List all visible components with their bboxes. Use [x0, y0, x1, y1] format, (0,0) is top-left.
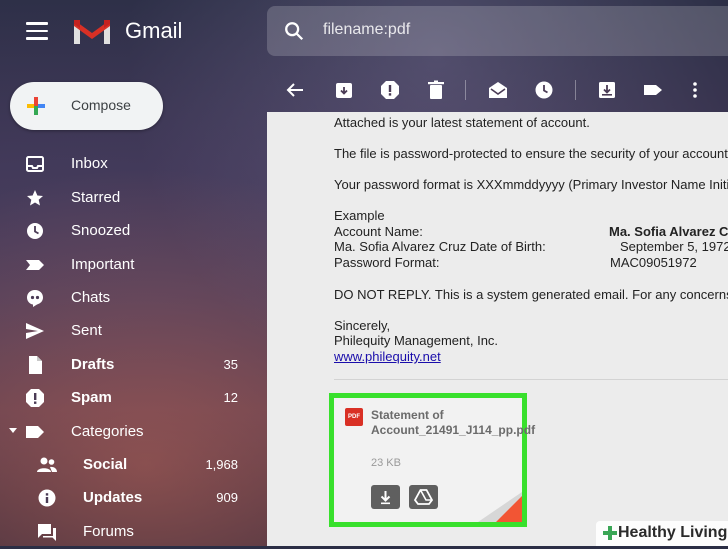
- sidebar-item-label: Drafts: [71, 356, 115, 373]
- sidebar-item-inbox[interactable]: Inbox: [0, 147, 250, 181]
- chevron-down-icon[interactable]: [9, 428, 17, 433]
- message-toolbar: [267, 68, 728, 112]
- app-name: Gmail: [125, 18, 183, 43]
- email-text: The file is password-protected to ensure…: [334, 146, 728, 161]
- sidebar-item-spam[interactable]: Spam 12: [0, 381, 250, 415]
- pdf-corner-mark: [496, 496, 522, 522]
- sidebar-item-updates[interactable]: Updates 909: [0, 481, 250, 515]
- gmail-logo: [74, 20, 110, 44]
- email-text: DO NOT REPLY. This is a system generated…: [334, 287, 728, 302]
- sidebar-item-label: Sent: [71, 322, 102, 339]
- save-to-drive-button[interactable]: [409, 485, 438, 509]
- sidebar-item-label: Inbox: [71, 155, 108, 172]
- menu-icon[interactable]: [26, 22, 48, 40]
- move-to-icon[interactable]: [597, 80, 617, 100]
- link-line: www.philequity.net: [334, 349, 441, 364]
- unread-count: 12: [223, 390, 238, 405]
- download-icon: [380, 491, 391, 505]
- inbox-icon: [26, 156, 44, 172]
- report-spam-icon[interactable]: [380, 80, 400, 100]
- info-icon: [38, 489, 56, 507]
- email-text: Philequity Management, Inc.: [334, 333, 499, 348]
- important-icon: [26, 260, 44, 270]
- unread-count: 1,968: [205, 457, 238, 472]
- example-key: Password Format:: [334, 255, 440, 270]
- sidebar-item-label: Spam: [71, 389, 112, 406]
- sidebar-item-drafts[interactable]: Drafts 35: [0, 348, 250, 382]
- sidebar-item-label: Categories: [71, 423, 144, 440]
- example-value: Ma. Sofia Alvarez Cruz: [609, 224, 728, 239]
- sidebar-item-categories[interactable]: Categories: [0, 415, 250, 449]
- compose-label: Compose: [71, 97, 131, 113]
- drive-icon: [413, 489, 434, 505]
- sidebar-item-label: Updates: [83, 489, 143, 506]
- example-heading: Example: [334, 208, 385, 223]
- unread-count: 909: [216, 490, 238, 505]
- sidebar-item-forums[interactable]: Forums: [0, 515, 250, 549]
- labels-icon[interactable]: [643, 80, 663, 100]
- clock-icon: [27, 223, 43, 239]
- unread-count: 35: [223, 357, 238, 372]
- toolbar-divider: [465, 80, 466, 100]
- attachment-name: Statement of Account_21491_J114_pp.pdf: [371, 408, 536, 437]
- website-link[interactable]: www.philequity.net: [334, 349, 441, 364]
- send-icon: [26, 323, 44, 339]
- sidebar-item-label: Forums: [83, 523, 134, 540]
- email-text: Attached is your latest statement of acc…: [334, 115, 590, 130]
- email-text: Your password format is XXXmmddyyyy (Pri…: [334, 177, 728, 192]
- sidebar-item-starred[interactable]: Starred: [0, 181, 250, 215]
- sidebar-item-social[interactable]: Social 1,968: [0, 448, 250, 482]
- forum-icon: [38, 524, 56, 541]
- mark-unread-icon[interactable]: [488, 80, 508, 100]
- divider: [334, 379, 728, 380]
- attachment-size: 23 KB: [371, 457, 401, 469]
- search-input[interactable]: filename:pdf: [323, 21, 410, 39]
- watermark: Healthy Living: [596, 521, 728, 546]
- delete-icon[interactable]: [426, 80, 446, 100]
- spam-icon: [26, 389, 44, 407]
- email-text: Sincerely,: [334, 318, 391, 333]
- label-icon: [26, 426, 44, 438]
- chat-icon: [27, 290, 43, 307]
- sidebar-item-label: Snoozed: [71, 222, 131, 239]
- example-value: MAC09051972: [610, 255, 697, 270]
- back-icon[interactable]: [285, 80, 305, 100]
- sidebar-item-sent[interactable]: Sent: [0, 314, 250, 348]
- compose-button[interactable]: Compose: [10, 82, 163, 130]
- app-header: Gmail filename:pdf: [0, 0, 728, 64]
- more-icon[interactable]: [685, 80, 705, 100]
- cross-icon: [603, 526, 617, 540]
- sidebar-item-label: Important: [71, 256, 135, 273]
- archive-icon[interactable]: [334, 80, 354, 100]
- search-bar[interactable]: filename:pdf: [267, 6, 728, 56]
- pdf-icon: PDF: [345, 408, 363, 426]
- sidebar-item-label: Starred: [71, 189, 121, 206]
- attachment-card[interactable]: PDF Statement of Account_21491_J114_pp.p…: [329, 393, 536, 527]
- sidebar-item-label: Social: [83, 456, 128, 473]
- sidebar-item-chats[interactable]: Chats: [0, 281, 250, 315]
- example-value: September 5, 1972: [620, 239, 728, 254]
- people-icon: [37, 457, 57, 472]
- sidebar-item-label: Chats: [71, 289, 111, 306]
- example-key: Account Name:: [334, 224, 423, 239]
- watermark-text: Healthy Living: [618, 524, 728, 541]
- search-icon[interactable]: [283, 20, 305, 42]
- sidebar-item-snoozed[interactable]: Snoozed: [0, 214, 250, 248]
- sidebar-item-important[interactable]: Important: [0, 248, 250, 282]
- draft-icon: [29, 356, 42, 374]
- snooze-icon[interactable]: [534, 80, 554, 100]
- plus-icon: [27, 97, 45, 115]
- example-key: Ma. Sofia Alvarez Cruz Date of Birth:: [334, 239, 546, 254]
- download-button[interactable]: [371, 485, 400, 509]
- star-icon: [27, 190, 43, 206]
- toolbar-divider: [575, 80, 576, 100]
